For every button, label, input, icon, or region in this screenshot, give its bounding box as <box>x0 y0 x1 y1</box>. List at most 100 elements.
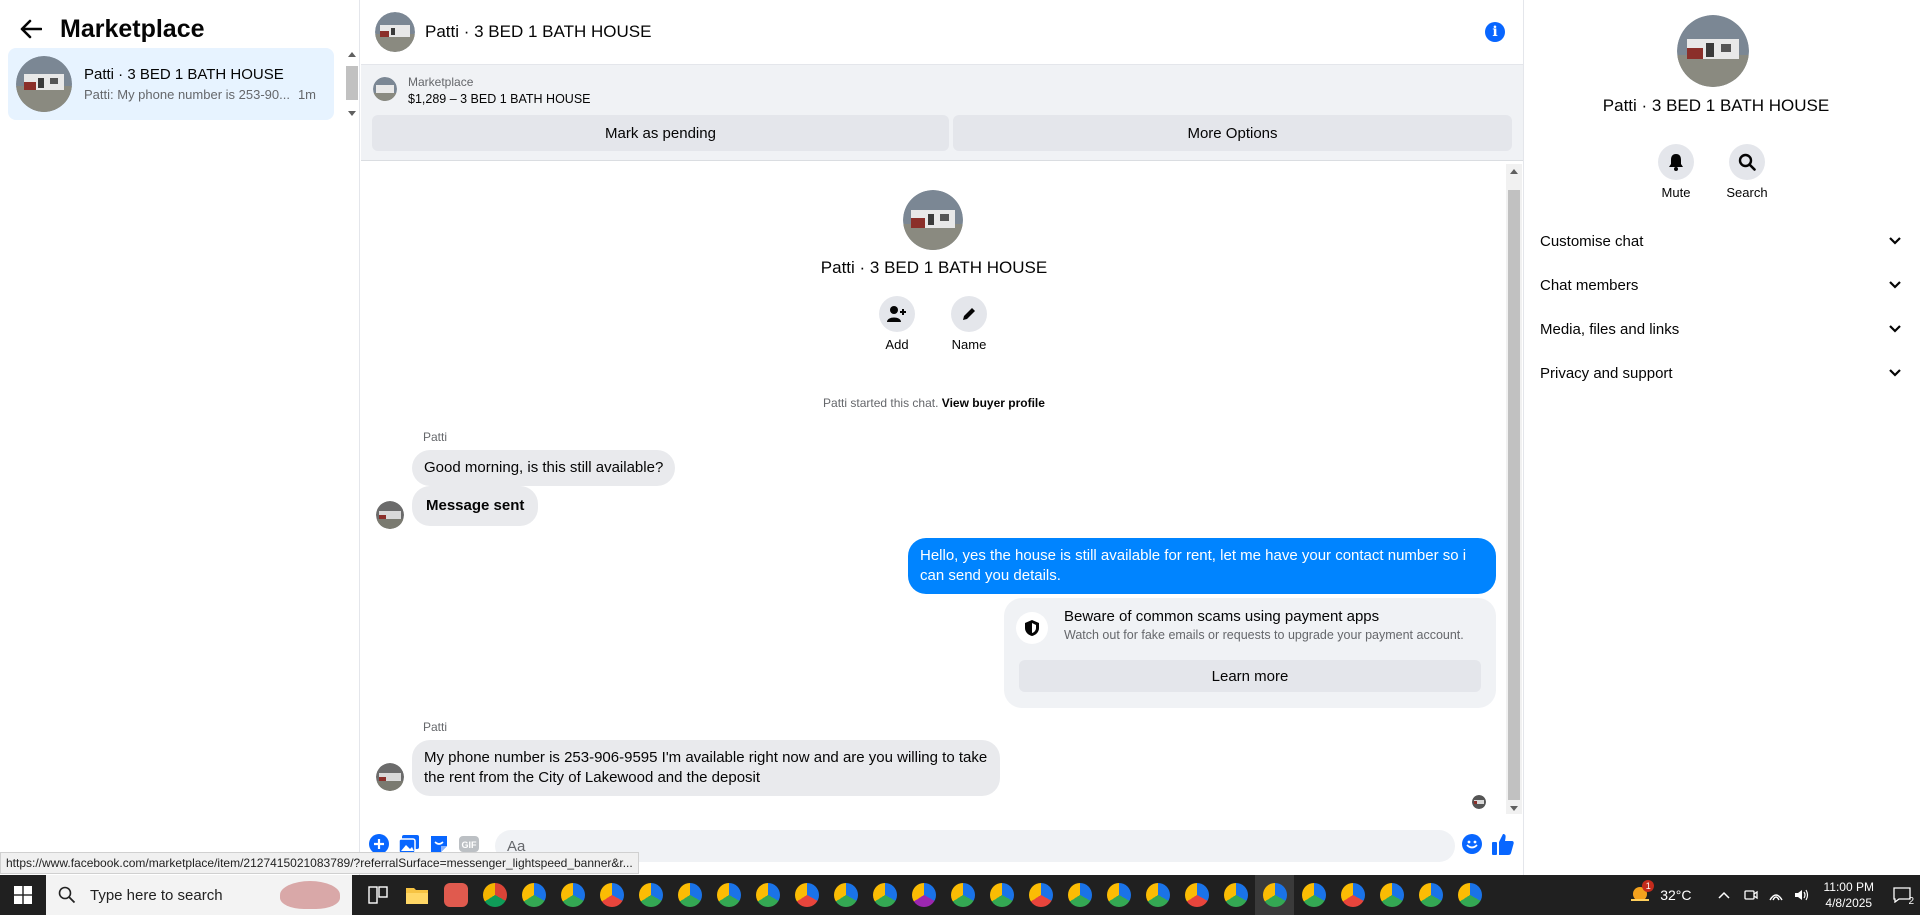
chrome-profile-icon[interactable] <box>1177 875 1216 915</box>
chrome-profile-icon[interactable] <box>1216 875 1255 915</box>
message-bubble[interactable]: Message sent <box>412 486 539 526</box>
emoji-icon[interactable] <box>1461 833 1483 855</box>
info-icon[interactable]: i <box>1485 22 1505 42</box>
chrome-profile-icon[interactable] <box>826 875 865 915</box>
chrome-profile-icon[interactable] <box>982 875 1021 915</box>
more-options-button[interactable]: More Options <box>953 115 1512 151</box>
scrollbar-thumb[interactable] <box>1508 190 1520 800</box>
clock-date: 4/8/2025 <box>1825 896 1873 910</box>
name-button[interactable] <box>951 296 987 332</box>
listing-thumbnail[interactable] <box>373 77 397 101</box>
thumbs-up-icon[interactable] <box>1490 831 1516 857</box>
scroll-up-arrow-icon[interactable] <box>1510 169 1518 174</box>
conversation-time: 1m <box>297 87 317 102</box>
wifi-icon[interactable] <box>1768 888 1784 902</box>
scroll-up-arrow-icon[interactable] <box>348 52 356 57</box>
listing-title[interactable]: $1,289 – 3 BED 1 BATH HOUSE <box>408 92 591 106</box>
chrome-profile-icon[interactable] <box>1450 875 1489 915</box>
outgoing-message-bubble[interactable]: Hello, yes the house is still available … <box>908 538 1496 594</box>
mark-as-pending-button[interactable]: Mark as pending <box>372 115 949 151</box>
add-label: Add <box>885 337 909 352</box>
search-button[interactable] <box>1729 144 1765 180</box>
message-bubble[interactable]: Good morning, is this still available? <box>412 450 676 486</box>
chevron-up-icon[interactable] <box>1717 891 1730 899</box>
task-view-icon[interactable] <box>358 875 397 915</box>
scroll-down-arrow-icon[interactable] <box>348 111 356 116</box>
view-buyer-profile-link[interactable]: View buyer profile <box>942 396 1045 410</box>
notification-center-button[interactable]: 2 <box>1884 875 1920 915</box>
chat-panel: Patti · 3 BED 1 BATH HOUSE i Marketplace… <box>361 0 1523 875</box>
listing-source: Marketplace <box>408 75 474 89</box>
taskbar-search-box[interactable]: Type here to search <box>46 875 352 915</box>
section-media-files-links[interactable]: Media, files and links <box>1540 311 1902 347</box>
section-chat-members[interactable]: Chat members <box>1540 267 1902 303</box>
chrome-profile-icon[interactable] <box>748 875 787 915</box>
chrome-profile-icon[interactable] <box>1255 875 1294 915</box>
chrome-profile-icon[interactable] <box>865 875 904 915</box>
meet-now-icon[interactable] <box>1743 888 1758 902</box>
sidebar-header: Marketplace <box>18 12 205 46</box>
speaker-icon[interactable] <box>1794 888 1810 902</box>
chrome-profile-icon[interactable] <box>943 875 982 915</box>
chrome-profile-icon[interactable] <box>1060 875 1099 915</box>
bell-icon <box>1669 154 1683 171</box>
section-customise-chat[interactable]: Customise chat <box>1540 223 1902 259</box>
chrome-profile-icon[interactable] <box>670 875 709 915</box>
sender-avatar[interactable] <box>376 501 404 529</box>
windows-start-button[interactable] <box>0 875 46 915</box>
chat-started-notice: Patti started this chat. View buyer prof… <box>361 396 1507 410</box>
chrome-profile-icon[interactable] <box>1138 875 1177 915</box>
scam-warning-subtitle: Watch out for fake emails or requests to… <box>1064 628 1464 642</box>
mute-label: Mute <box>1661 185 1691 200</box>
message-bubble[interactable]: My phone number is 253-906-9595 I'm avai… <box>412 740 1000 796</box>
learn-more-button[interactable]: Learn more <box>1019 660 1481 692</box>
sidebar-scrollbar[interactable] <box>346 50 358 118</box>
add-button[interactable] <box>879 296 915 332</box>
paint-app-icon[interactable] <box>436 875 475 915</box>
section-label: Customise chat <box>1540 232 1644 250</box>
chrome-profile-icon[interactable] <box>1294 875 1333 915</box>
chrome-profile-icon[interactable] <box>709 875 748 915</box>
back-arrow-icon[interactable] <box>18 16 44 42</box>
chat-scrollbar[interactable] <box>1506 164 1522 814</box>
chrome-profile-icon[interactable] <box>904 875 943 915</box>
conversation-name: Patti · 3 BED 1 BATH HOUSE <box>84 66 284 83</box>
chrome-profile-icon[interactable] <box>1372 875 1411 915</box>
pencil-icon <box>963 308 975 320</box>
chrome-profile-icon[interactable] <box>1411 875 1450 915</box>
sender-avatar[interactable] <box>376 763 404 791</box>
chrome-profile-icon[interactable] <box>1099 875 1138 915</box>
chrome-profile-icon[interactable] <box>1333 875 1372 915</box>
chrome-profile-icon[interactable] <box>1021 875 1060 915</box>
chrome-profile-icon[interactable] <box>553 875 592 915</box>
chrome-profile-icon[interactable] <box>514 875 553 915</box>
search-highlight-image <box>280 881 340 909</box>
mute-button[interactable] <box>1658 144 1694 180</box>
messenger-app: Marketplace Patti · 3 BED 1 BATH HOUSE P… <box>0 0 1920 875</box>
chrome-icon[interactable] <box>475 875 514 915</box>
message-input[interactable]: Aa <box>495 830 1455 862</box>
details-avatar[interactable] <box>1677 15 1749 87</box>
scam-warning-title: Beware of common scams using payment app… <box>1064 608 1380 625</box>
chevron-down-icon <box>1889 325 1901 333</box>
details-panel: Patti · 3 BED 1 BATH HOUSE Mute Search C… <box>1523 0 1920 875</box>
conversation-sidebar: Marketplace Patti · 3 BED 1 BATH HOUSE P… <box>0 0 360 875</box>
message-thread: Patti · 3 BED 1 BATH HOUSE Add Name Patt… <box>361 162 1507 812</box>
chat-header-title[interactable]: Patti · 3 BED 1 BATH HOUSE <box>425 22 651 42</box>
section-privacy-support[interactable]: Privacy and support <box>1540 355 1902 391</box>
sender-name: Patti <box>423 430 448 444</box>
profile-avatar[interactable] <box>903 190 963 250</box>
weather-widget[interactable]: 1 <box>1628 879 1655 907</box>
system-tray: 1 32°C 11:00 PM 4/8/2025 2 <box>1628 875 1920 915</box>
taskbar-clock[interactable]: 11:00 PM 4/8/2025 <box>1824 879 1874 911</box>
chat-header-avatar[interactable] <box>375 12 415 52</box>
scroll-down-arrow-icon[interactable] <box>1510 806 1518 811</box>
chrome-profile-icon[interactable] <box>787 875 826 915</box>
chrome-profile-icon[interactable] <box>631 875 670 915</box>
file-explorer-icon[interactable] <box>397 875 436 915</box>
chrome-profile-icon[interactable] <box>592 875 631 915</box>
scrollbar-thumb[interactable] <box>346 66 358 100</box>
name-label: Name <box>951 337 987 352</box>
conversation-item[interactable]: Patti · 3 BED 1 BATH HOUSE Patti: My pho… <box>8 48 334 120</box>
chat-header: Patti · 3 BED 1 BATH HOUSE i <box>361 0 1523 65</box>
